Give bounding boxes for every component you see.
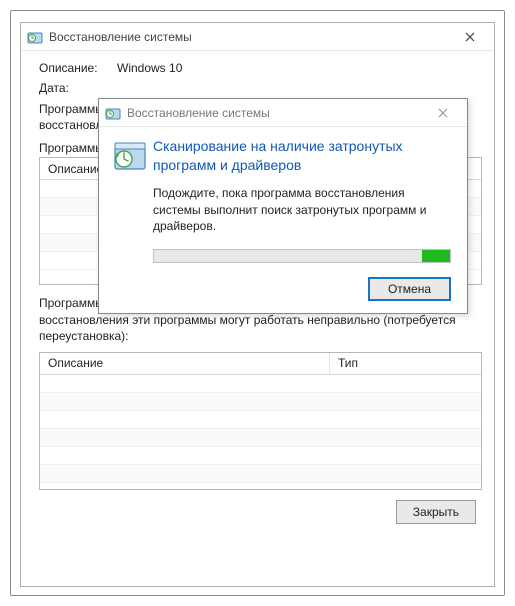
parent-titlebar: Восстановление системы <box>21 23 494 51</box>
table-row <box>40 375 481 393</box>
parent-close-button[interactable] <box>452 26 488 48</box>
date-label: Дата: <box>39 81 117 95</box>
dialog-heading: Сканирование на наличие затронутых прогр… <box>153 137 451 175</box>
table-row <box>40 447 481 465</box>
close-button[interactable]: Закрыть <box>396 500 476 524</box>
description-label: Описание: <box>39 61 117 75</box>
date-row: Дата: <box>39 81 482 95</box>
description-value: Windows 10 <box>117 61 182 75</box>
table2-body <box>40 375 481 483</box>
restore-icon <box>105 105 121 121</box>
table-row <box>40 411 481 429</box>
progress-bar <box>153 249 451 263</box>
table-row <box>40 465 481 483</box>
dialog-message: Подождите, пока программа восстановления… <box>153 185 451 235</box>
dialog-title: Восстановление системы <box>127 106 425 120</box>
dialog-titlebar: Восстановление системы <box>99 99 467 127</box>
table2-col-description[interactable]: Описание <box>40 353 330 374</box>
dialog-button-row: Отмена <box>153 277 451 301</box>
progress-fill <box>422 250 450 262</box>
close-icon <box>465 32 475 42</box>
close-icon <box>438 108 448 118</box>
dialog-close-button[interactable] <box>425 102 461 124</box>
parent-button-row: Закрыть <box>39 490 482 524</box>
restored-programs-table: Описание Тип <box>39 352 482 490</box>
dialog-content: Сканирование на наличие затронутых прогр… <box>153 137 451 301</box>
restore-icon-large <box>113 137 153 301</box>
table-row <box>40 429 481 447</box>
table-header: Описание Тип <box>40 353 481 375</box>
table2-col-type[interactable]: Тип <box>330 353 481 374</box>
scan-dialog: Восстановление системы Сканирование на н… <box>98 98 468 314</box>
table-row <box>40 393 481 411</box>
cancel-button[interactable]: Отмена <box>368 277 451 301</box>
dialog-body: Сканирование на наличие затронутых прогр… <box>99 127 467 311</box>
parent-window-title: Восстановление системы <box>49 30 452 44</box>
restore-icon <box>27 29 43 45</box>
description-row: Описание: Windows 10 <box>39 61 482 75</box>
